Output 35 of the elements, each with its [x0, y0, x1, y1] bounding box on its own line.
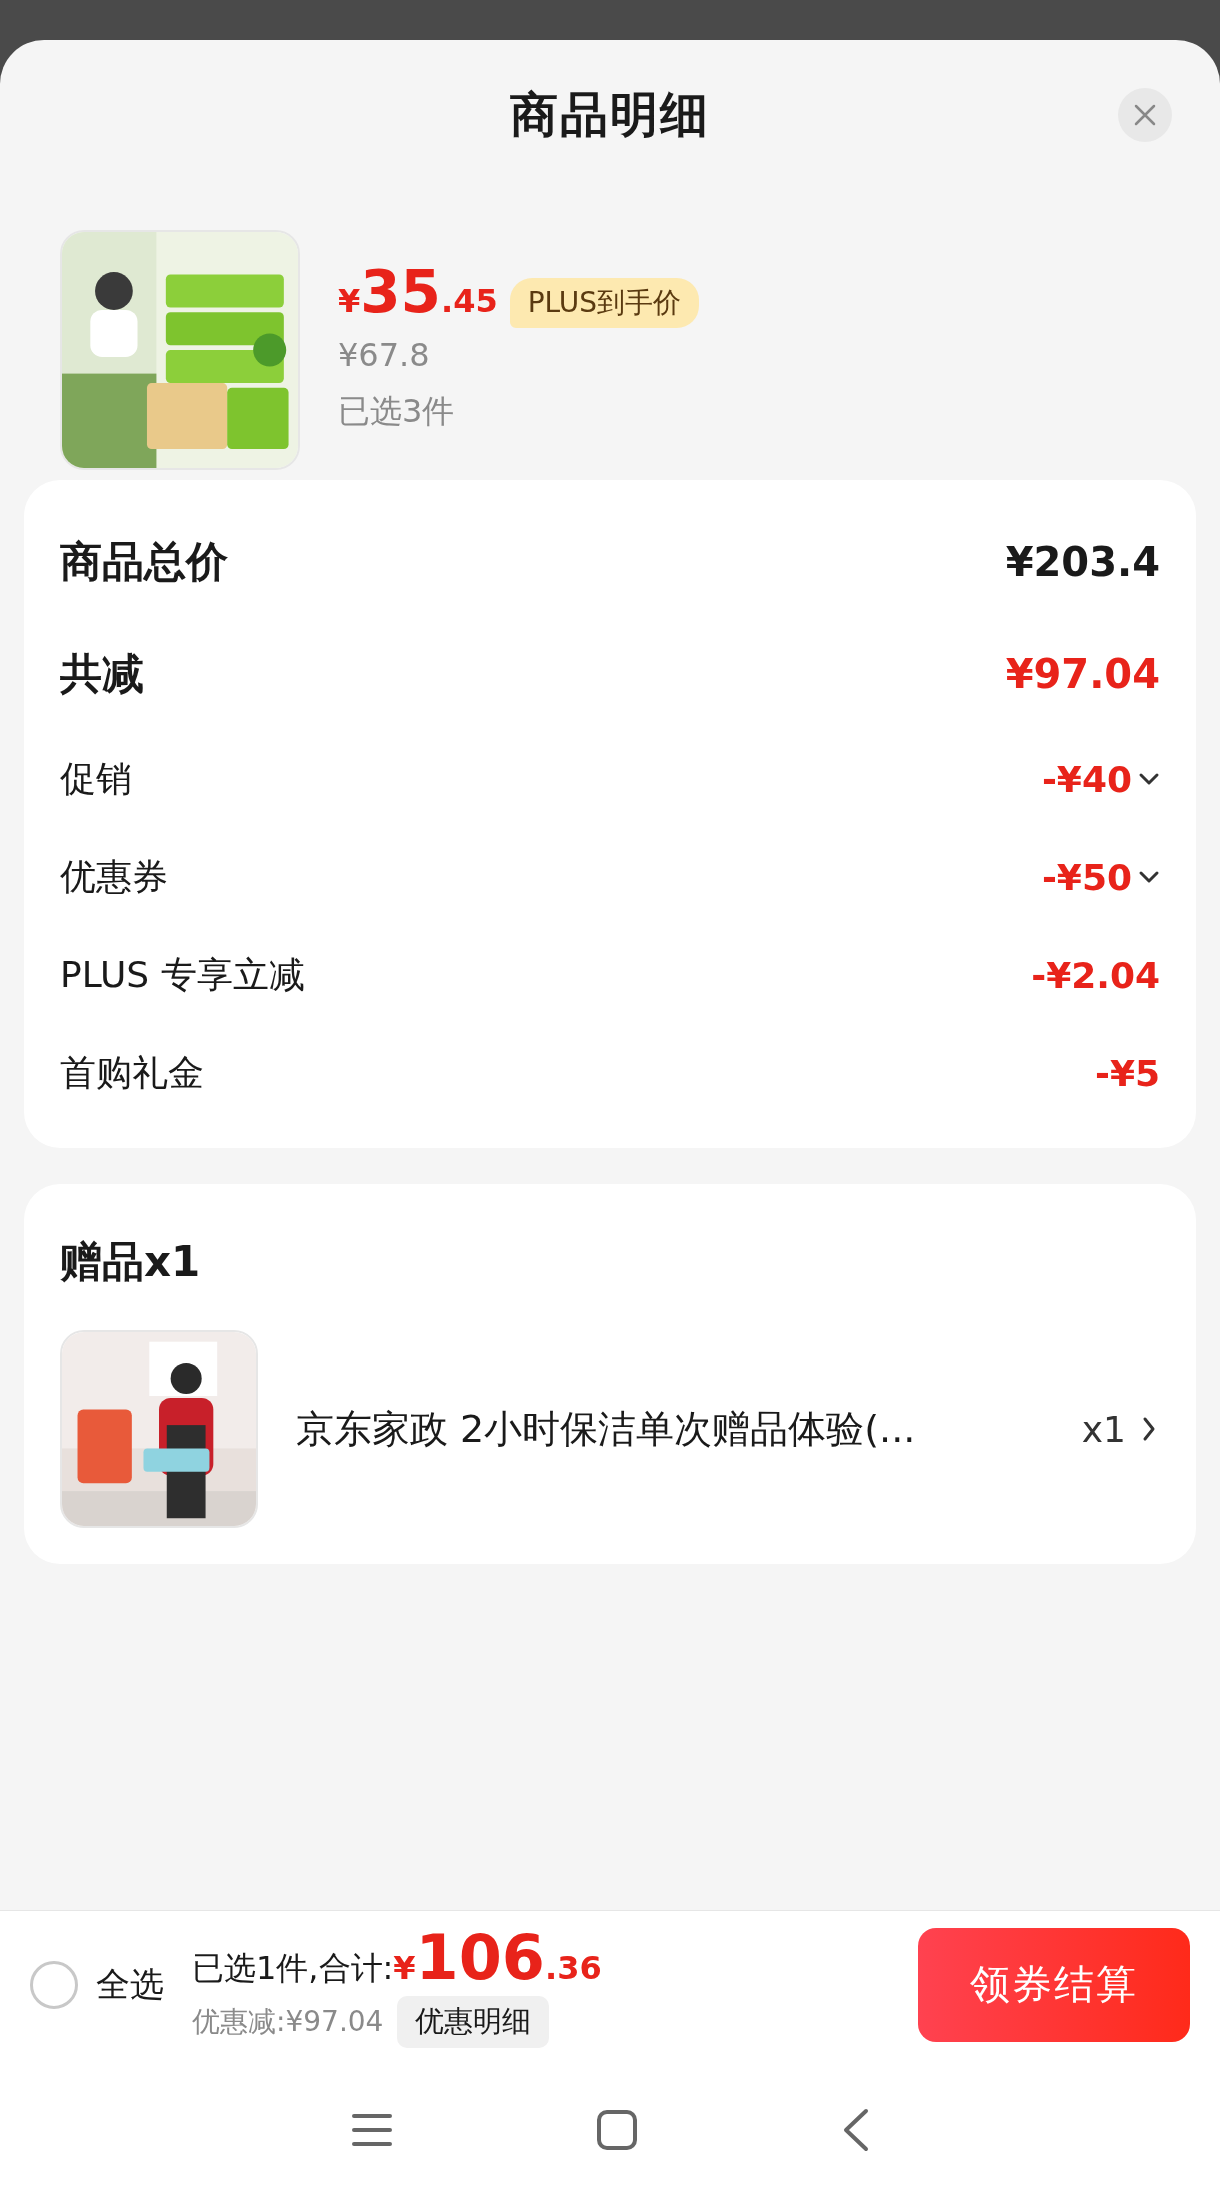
summary-amount: -¥5 — [1094, 1052, 1160, 1094]
home-square-icon[interactable] — [595, 2107, 639, 2152]
total-decimal: .36 — [545, 1949, 602, 1987]
gift-title: 赠品x1 — [60, 1236, 202, 1288]
summary-label: 首购礼金 — [60, 1050, 204, 1095]
price-integer: 35 — [360, 258, 441, 326]
summary-label: 优惠券 — [60, 854, 168, 899]
summary-label: PLUS 专享立减 — [60, 952, 305, 997]
sheet-title: 商品明细 — [510, 85, 710, 144]
select-all-label: 全选 — [96, 1962, 164, 2006]
discount-amount: 优惠减:¥97.04 — [192, 2004, 384, 2040]
original-price: ¥67.8 — [338, 336, 431, 374]
selected-count: 已选3件 — [338, 391, 456, 432]
summary-amount: -¥2.04 — [1031, 954, 1160, 996]
summary-label: 共减 — [60, 648, 144, 700]
currency-sign: ¥ — [338, 282, 361, 320]
summary-amount[interactable]: -¥40 — [1041, 758, 1132, 800]
checkout-button[interactable]: 领券结算 — [918, 1927, 1190, 2042]
close-icon — [1133, 103, 1157, 127]
total-integer: 106 — [415, 1921, 545, 1994]
summary-amount[interactable]: -¥50 — [1041, 856, 1132, 898]
currency-sign: ¥ — [393, 1949, 416, 1987]
total-label: 已选1件,合计: — [192, 1948, 394, 1989]
gift-name: 京东家政 2小时保洁单次赠品体验(... — [296, 1405, 917, 1453]
gift-quantity-link[interactable]: x1 — [1081, 1408, 1160, 1450]
plus-price-badge: PLUS到手价 — [509, 278, 700, 328]
summary-amount: ¥97.04 — [1005, 651, 1160, 697]
summary-label: 商品总价 — [60, 536, 228, 588]
discount-details-button[interactable]: 优惠明细 — [397, 1996, 550, 2048]
summary-label: 促销 — [60, 756, 132, 801]
summary-amount: ¥203.4 — [1005, 539, 1160, 585]
chevron-down-icon — [1138, 869, 1160, 885]
price-decimal: .45 — [441, 282, 498, 320]
select-all-checkbox[interactable] — [30, 1960, 78, 2009]
chevron-down-icon — [1138, 771, 1160, 787]
